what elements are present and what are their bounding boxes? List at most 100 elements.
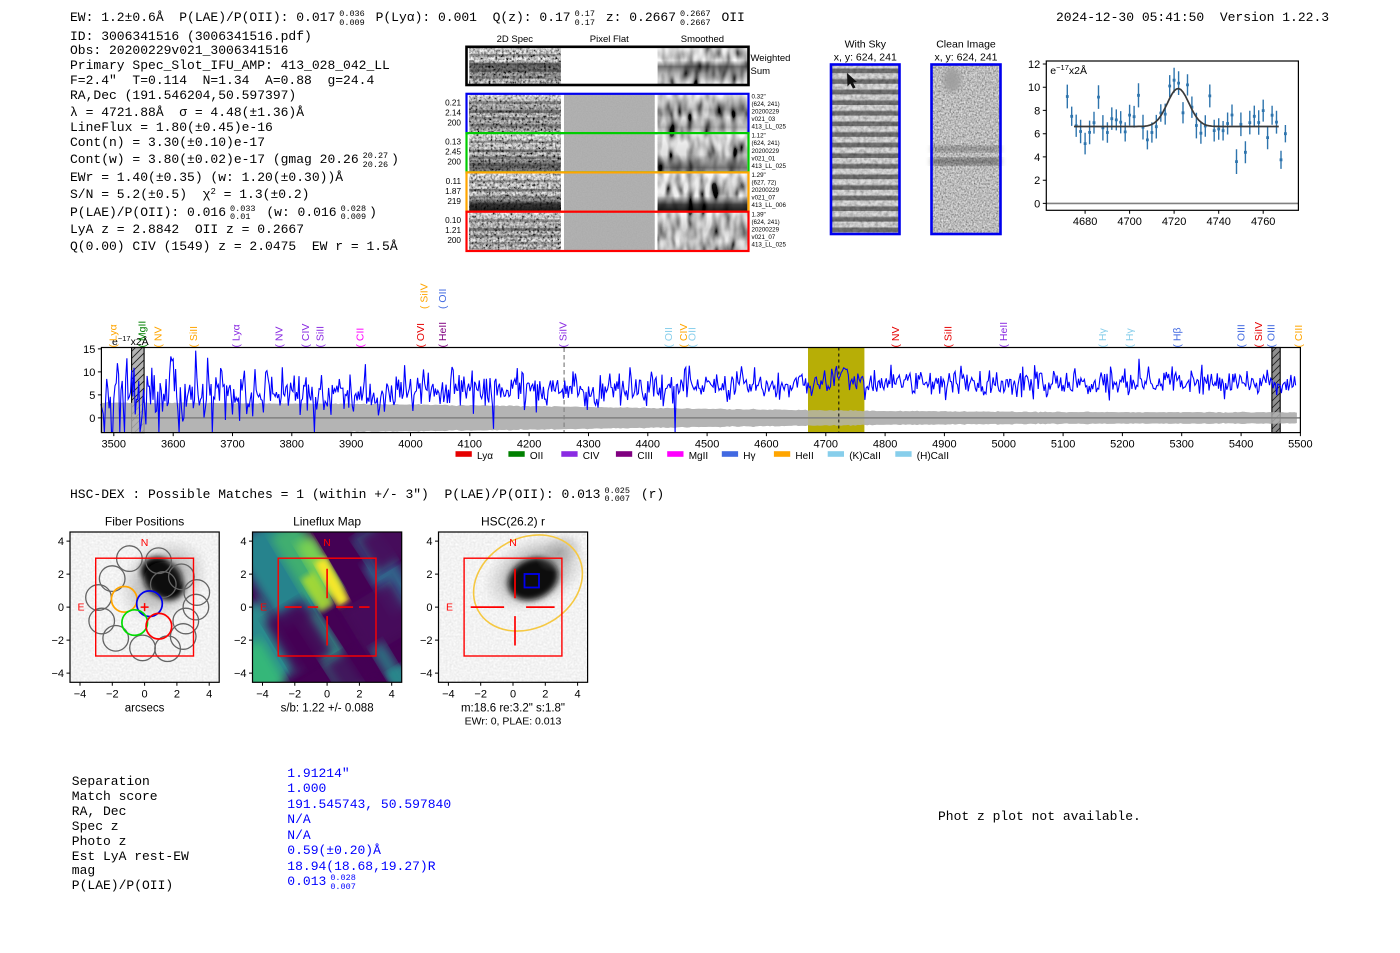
- svg-text:4760: 4760: [1251, 216, 1275, 228]
- svg-text:EWr: 0, PLAE: 0.013: EWr: 0, PLAE: 0.013: [465, 716, 562, 728]
- svg-text:(H)CaII: (H)CaII: [917, 451, 949, 462]
- svg-text:10: 10: [83, 367, 95, 379]
- svg-text:x, y: 624, 241: x, y: 624, 241: [934, 52, 997, 64]
- svg-text:200: 200: [447, 158, 461, 167]
- svg-text:E: E: [446, 602, 453, 614]
- svg-text:0.21: 0.21: [445, 98, 461, 107]
- svg-text:4600: 4600: [754, 439, 778, 451]
- svg-text:1.21: 1.21: [445, 226, 461, 235]
- svg-text:4740: 4740: [1206, 216, 1230, 228]
- svg-text:( CII: ( CII: [355, 328, 367, 348]
- svg-text:( OIII: ( OIII: [1265, 324, 1277, 347]
- svg-text:−4: −4: [51, 668, 64, 680]
- svg-text:Lyα: Lyα: [477, 451, 493, 462]
- svg-text:20200229: 20200229: [752, 187, 780, 194]
- svg-text:( Hγ: ( Hγ: [1097, 328, 1109, 348]
- svg-text:−2: −2: [51, 635, 64, 647]
- svg-text:(624, 241): (624, 241): [752, 140, 780, 147]
- svg-text:4100: 4100: [458, 439, 482, 451]
- svg-text:0.13: 0.13: [445, 138, 461, 147]
- svg-text:4200: 4200: [517, 439, 541, 451]
- svg-text:200: 200: [447, 236, 461, 245]
- svg-text:20200229: 20200229: [752, 148, 780, 155]
- svg-text:N: N: [509, 537, 517, 549]
- svg-text:4: 4: [240, 536, 246, 548]
- svg-text:( Hγ: ( Hγ: [1124, 328, 1136, 348]
- svg-text:5300: 5300: [1169, 439, 1193, 451]
- svg-text:( SiIV: ( SiIV: [558, 322, 570, 348]
- svg-text:−4: −4: [74, 689, 87, 701]
- svg-text:4: 4: [389, 689, 395, 701]
- svg-text:E: E: [77, 602, 84, 614]
- svg-text:HSC(26.2) r: HSC(26.2) r: [481, 515, 545, 529]
- svg-text:2: 2: [174, 689, 180, 701]
- svg-text:( NV: ( NV: [273, 327, 285, 348]
- svg-text:5000: 5000: [992, 439, 1016, 451]
- svg-text:Pixel Flat: Pixel Flat: [590, 34, 629, 45]
- svg-text:0.32": 0.32": [752, 93, 766, 100]
- svg-text:0: 0: [1034, 198, 1040, 210]
- svg-text:v021_07: v021_07: [752, 234, 776, 241]
- svg-text:E: E: [260, 602, 267, 614]
- svg-text:s/b: 1.22 +/- 0.088: s/b: 1.22 +/- 0.088: [281, 703, 374, 715]
- svg-text:Smoothed: Smoothed: [681, 34, 724, 45]
- svg-text:2: 2: [58, 569, 64, 581]
- svg-text:3900: 3900: [339, 439, 363, 451]
- svg-text:0.10: 0.10: [445, 216, 461, 225]
- svg-text:2: 2: [426, 569, 432, 581]
- svg-text:v021_07: v021_07: [752, 195, 776, 202]
- svg-text:20200229: 20200229: [752, 226, 780, 233]
- svg-text:4700: 4700: [814, 439, 838, 451]
- svg-text:4: 4: [426, 536, 432, 548]
- svg-text:−2: −2: [234, 635, 247, 647]
- svg-text:4000: 4000: [398, 439, 422, 451]
- svg-text:m:18.6 re:3.2" s:1.8": m:18.6 re:3.2" s:1.8": [461, 703, 565, 715]
- svg-text:( OIII: ( OIII: [1236, 324, 1248, 347]
- svg-text:4900: 4900: [932, 439, 956, 451]
- svg-text:200: 200: [447, 118, 461, 127]
- svg-text:3700: 3700: [220, 439, 244, 451]
- svg-text:4: 4: [58, 536, 64, 548]
- svg-text:2: 2: [240, 569, 246, 581]
- svg-text:OII: OII: [530, 451, 543, 462]
- svg-text:( SiIV: ( SiIV: [419, 283, 431, 309]
- svg-text:1.29": 1.29": [752, 172, 766, 179]
- svg-text:−4: −4: [442, 689, 455, 701]
- svg-text:HeII: HeII: [795, 451, 813, 462]
- svg-text:10: 10: [1028, 82, 1040, 94]
- svg-text:3500: 3500: [102, 439, 126, 451]
- svg-text:MgII: MgII: [689, 451, 708, 462]
- svg-text:N: N: [141, 537, 149, 549]
- svg-text:( OII: ( OII: [437, 289, 449, 309]
- svg-text:( MgII: ( MgII: [136, 321, 148, 348]
- svg-text:( OII: ( OII: [686, 327, 698, 347]
- svg-text:5400: 5400: [1229, 439, 1253, 451]
- svg-text:N: N: [323, 537, 331, 549]
- svg-text:2.14: 2.14: [445, 108, 461, 117]
- svg-text:( Lyα: ( Lyα: [107, 324, 119, 347]
- svg-text:0: 0: [426, 602, 432, 614]
- svg-text:2: 2: [542, 689, 548, 701]
- svg-text:2: 2: [1034, 175, 1040, 187]
- svg-text:( SiIV: ( SiIV: [1253, 322, 1265, 348]
- svg-text:4: 4: [575, 689, 581, 701]
- svg-text:( OII: ( OII: [663, 327, 675, 347]
- svg-text:2.45: 2.45: [445, 148, 461, 157]
- svg-text:413_LL_025: 413_LL_025: [752, 163, 787, 170]
- svg-text:−4: −4: [234, 668, 247, 680]
- svg-text:v021_01: v021_01: [752, 155, 776, 162]
- svg-text:−2: −2: [289, 689, 302, 701]
- svg-text:( SiII: ( SiII: [314, 326, 326, 348]
- svg-text:( NV: ( NV: [152, 327, 164, 348]
- svg-text:413_LL_006: 413_LL_006: [752, 202, 787, 209]
- svg-text:−2: −2: [474, 689, 487, 701]
- svg-text:( CIV: ( CIV: [300, 324, 312, 348]
- svg-text:5: 5: [89, 390, 95, 402]
- svg-text:CIII: CIII: [637, 451, 653, 462]
- svg-text:0: 0: [142, 689, 148, 701]
- svg-text:1.39": 1.39": [752, 211, 766, 218]
- svg-text:( HeII: ( HeII: [998, 322, 1010, 348]
- svg-text:Lineflux Map: Lineflux Map: [293, 515, 361, 529]
- svg-text:arcsecs: arcsecs: [125, 703, 165, 715]
- svg-text:x, y: 624, 241: x, y: 624, 241: [834, 52, 897, 64]
